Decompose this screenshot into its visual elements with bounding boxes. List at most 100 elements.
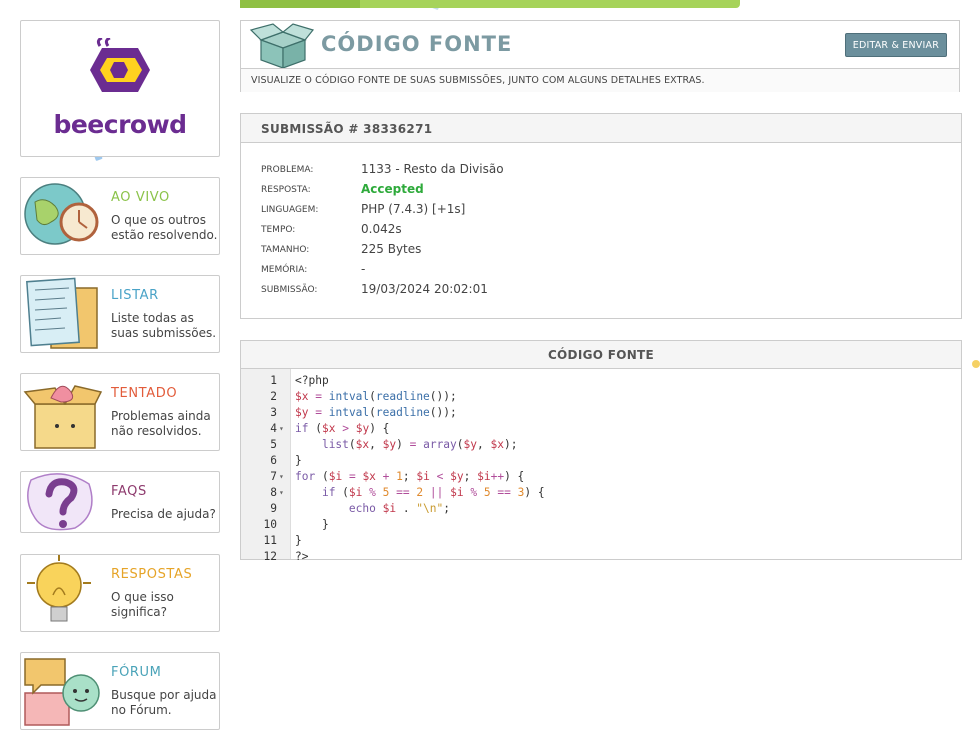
sidebar-card-desc: O que os outros estão resolvendo. [111, 213, 218, 242]
code-line[interactable]: 8 ▾ if ($i % 5 == 2 || $i % 5 == 3) { [241, 485, 961, 501]
code-text: } [295, 454, 302, 467]
submission-row-time: TEMPO: 0.042s [261, 221, 861, 241]
submission-row-size: TAMANHO: 225 Bytes [261, 241, 861, 261]
code-text: } [295, 534, 302, 547]
code-text: for ($i = $x + 1; $i < $y; $i++) { [295, 470, 525, 483]
code-line[interactable]: 7 ▾ for ($i = $x + 1; $i < $y; $i++) { [241, 469, 961, 485]
field-value: - [361, 262, 366, 276]
line-number: 10 [263, 518, 277, 531]
light-bulb-icon [27, 555, 91, 622]
sidebar-card-desc: Liste todas as suas submissões. [111, 311, 217, 340]
field-value: 225 Bytes [361, 242, 422, 256]
sidebar-card-desc: O que isso significa? [111, 590, 174, 619]
code-heading: CÓDIGO FONTE [241, 341, 961, 369]
line-number: 6 [270, 454, 277, 467]
submission-row-language: LINGUAGEM: PHP (7.4.3) [+1s] [261, 201, 861, 221]
submission-row-date: SUBMISSÃO: 19/03/2024 20:02:01 [261, 281, 861, 301]
bee-hexagon-logo-icon [90, 38, 150, 92]
line-number: 8 [270, 486, 277, 499]
page-title: CÓDIGO FONTE [321, 32, 513, 56]
progress-fill [240, 0, 360, 8]
field-value: 19/03/2024 20:02:01 [361, 282, 488, 296]
submission-row-problem: PROBLEMA: 1133 - Resto da Divisão [261, 161, 861, 181]
sidebar-card-desc: Busque por ajuda no Fórum. [111, 688, 217, 717]
fold-arrow-icon[interactable]: ▾ [279, 469, 289, 485]
field-value: 0.042s [361, 222, 402, 236]
field-label: LINGUAGEM: [261, 205, 319, 215]
line-number: 5 [270, 438, 277, 451]
edit-and-submit-button[interactable]: EDITAR & ENVIAR [844, 33, 947, 57]
code-text: echo $i . "\n"; [348, 502, 450, 515]
line-number: 1 [270, 374, 277, 387]
page: beecrowd AO VIVO O que os outros estão r… [0, 0, 980, 750]
code-line[interactable]: 3 $y = intval(readline()); [241, 405, 961, 421]
line-number: 4 [270, 422, 277, 435]
submission-row-answer: RESPOSTA: Accepted [261, 181, 861, 201]
sidebar-card-listar[interactable]: LISTAR Liste todas as suas submissões. [20, 275, 220, 353]
code-line[interactable]: 5 list($x, $y) = array($y, $x); [241, 437, 961, 453]
code-text: if ($x > $y) { [295, 422, 390, 435]
code-text: <?php [295, 374, 329, 387]
globe-clock-icon [24, 183, 99, 245]
sidebar-card-title: TENTADO [111, 386, 178, 401]
question-mark-icon [27, 473, 93, 531]
code-line[interactable]: 10 } [241, 517, 961, 533]
sidebar-card-tentado[interactable]: TENTADO Problemas ainda não resolvidos. [20, 373, 220, 451]
fold-arrow-icon[interactable]: ▾ [279, 421, 289, 437]
sidebar-card-faqs[interactable]: FAQS Precisa de ajuda? [20, 471, 220, 533]
line-number: 12 [263, 550, 277, 563]
sidebar-card-desc: Problemas ainda não resolvidos. [111, 409, 211, 438]
field-label: MEMÓRIA: [261, 265, 308, 275]
field-label: TEMPO: [261, 225, 296, 235]
open-box-icon [23, 385, 103, 449]
status-badge: Accepted [361, 182, 424, 196]
code-line[interactable]: 4 ▾ if ($x > $y) { [241, 421, 961, 437]
code-line[interactable]: 6} [241, 453, 961, 469]
logo-card[interactable]: beecrowd [20, 20, 220, 157]
fold-arrow-icon[interactable]: ▾ [279, 485, 289, 501]
submission-panel: SUBMISSÃO # 38336271 PROBLEMA: 1133 - Re… [240, 113, 962, 319]
notes-list-icon [26, 277, 98, 349]
field-label: RESPOSTA: [261, 185, 311, 195]
field-value[interactable]: 1133 - Resto da Divisão [361, 162, 504, 176]
code-text: list($x, $y) = array($y, $x); [321, 438, 518, 451]
code-text: $y = intval(readline()); [295, 406, 457, 419]
field-label: SUBMISSÃO: [261, 285, 318, 295]
code-line[interactable]: 2 $x = intval(readline()); [241, 389, 961, 405]
page-subtitle: VISUALIZE O CÓDIGO FONTE DE SUAS SUBMISS… [241, 68, 959, 92]
code-line[interactable]: 1 <?php [241, 373, 961, 389]
open-box-icon [249, 23, 315, 68]
sidebar-card-title: RESPOSTAS [111, 567, 193, 582]
sidebar-card-title: FÓRUM [111, 665, 162, 680]
sidebar-card-title: FAQS [111, 484, 147, 499]
submission-heading: SUBMISSÃO # 38336271 [241, 114, 961, 143]
code-line[interactable]: 12 ?> [241, 549, 961, 565]
code-text: } [295, 518, 329, 531]
submission-row-memory: MEMÓRIA: - [261, 261, 861, 281]
sidebar-card-forum[interactable]: FÓRUM Busque por ajuda no Fórum. [20, 652, 220, 730]
sidebar-card-respostas[interactable]: RESPOSTAS O que isso significa? [20, 554, 220, 632]
chat-bubbles-icon [24, 658, 100, 726]
field-label: PROBLEMA: [261, 165, 314, 175]
line-number: 2 [270, 390, 277, 403]
confetti-decoration [972, 360, 980, 368]
brand-name: beecrowd [53, 110, 187, 139]
sidebar-card-ao-vivo[interactable]: AO VIVO O que os outros estão resolvendo… [20, 177, 220, 255]
field-value: PHP (7.4.3) [+1s] [361, 202, 466, 216]
code-text: if ($i % 5 == 2 || $i % 5 == 3) { [321, 486, 545, 499]
source-code-panel[interactable]: CÓDIGO FONTE 1 <?php 2 $x = intval(readline… [240, 340, 962, 563]
line-number: 11 [263, 534, 277, 547]
line-number: 9 [270, 502, 277, 515]
page-header: CÓDIGO FONTE EDITAR & ENVIAR VISUALIZE O… [240, 20, 960, 92]
sidebar-card-title: AO VIVO [111, 190, 170, 205]
code-line[interactable]: 9 echo $i . "\n"; [241, 501, 961, 517]
sidebar-card-desc: Precisa de ajuda? [111, 507, 216, 521]
sidebar-card-title: LISTAR [111, 288, 159, 303]
code-line[interactable]: 11} [241, 533, 961, 549]
line-number: 7 [270, 470, 277, 483]
code-text: $x = intval(readline()); [295, 390, 457, 403]
line-number: 3 [270, 406, 277, 419]
field-label: TAMANHO: [261, 245, 310, 255]
code-text: ?> [295, 550, 309, 563]
page-progress-bar [240, 0, 740, 8]
